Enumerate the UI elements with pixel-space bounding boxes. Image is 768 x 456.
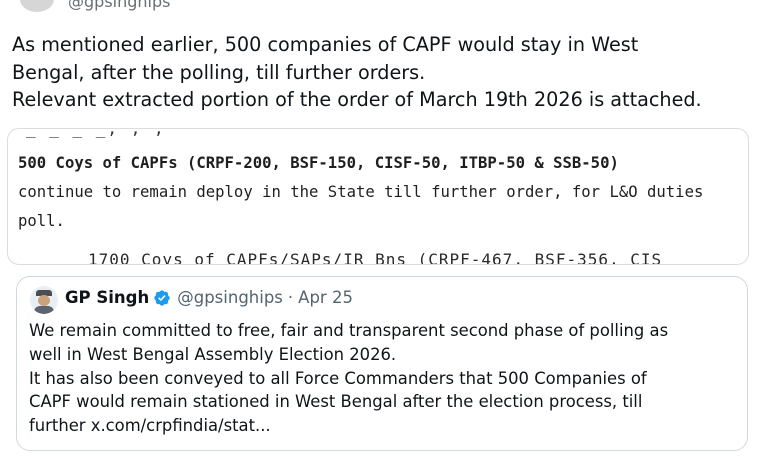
document-line: 500 Coys of CAPFs (CRPF-200, BSF-150, CI… [18,154,619,172]
tweet-line: Bengal, after the polling, till further … [12,60,426,84]
avatar-face-shape [38,295,50,306]
quoted-line: further x.com/crpfindia/stat... [29,416,271,436]
quoted-line: We remain committed to free, fair and tr… [29,321,669,340]
quoted-line: It has also been conveyed to all Force C… [29,368,647,388]
attached-image[interactable]: _ _ _ _, , , 500 Coys of CAPFs (CRPF-200… [7,128,749,265]
verified-badge-icon [154,289,170,306]
tweet-line: Relevant extracted portion of the order … [12,88,702,111]
document-line: continue to remain deploy in the State t… [18,183,704,201]
cropped-text-bottom: 1700 Coys of CAPFs/SAPs/IR Bns (CRPF-467… [88,250,663,265]
author-avatar[interactable] [20,0,54,12]
quoted-author-avatar[interactable] [30,286,58,314]
quoted-author-name[interactable]: GP Singh [65,288,149,307]
tweet-text: As mentioned earlier, 500 companies of C… [12,31,757,114]
quoted-author-handle[interactable]: @gpsinghips [177,288,283,307]
quoted-tweet[interactable]: GP Singh @gpsinghips · Apr 25 We remain … [16,276,748,451]
document-excerpt: 500 Coys of CAPFs (CRPF-200, BSF-150, CI… [18,149,703,236]
quoted-tweet-text: We remain committed to free, fair and tr… [29,319,739,438]
avatar-body-shape [34,306,54,314]
header-separator: · [287,288,294,307]
quoted-tweet-date[interactable]: Apr 25 [298,288,353,307]
quoted-tweet-header: GP Singh @gpsinghips · Apr 25 [65,288,353,307]
cropped-text-top: _ _ _ _, , , [26,128,166,138]
author-handle[interactable]: @gpsinghips [68,0,170,11]
document-line: poll. [18,212,65,230]
quoted-line: well in West Bengal Assembly Election 20… [29,344,397,364]
tweet-line: As mentioned earlier, 500 companies of C… [12,33,639,56]
quoted-line: CAPF would remain stationed in West Beng… [29,392,643,412]
